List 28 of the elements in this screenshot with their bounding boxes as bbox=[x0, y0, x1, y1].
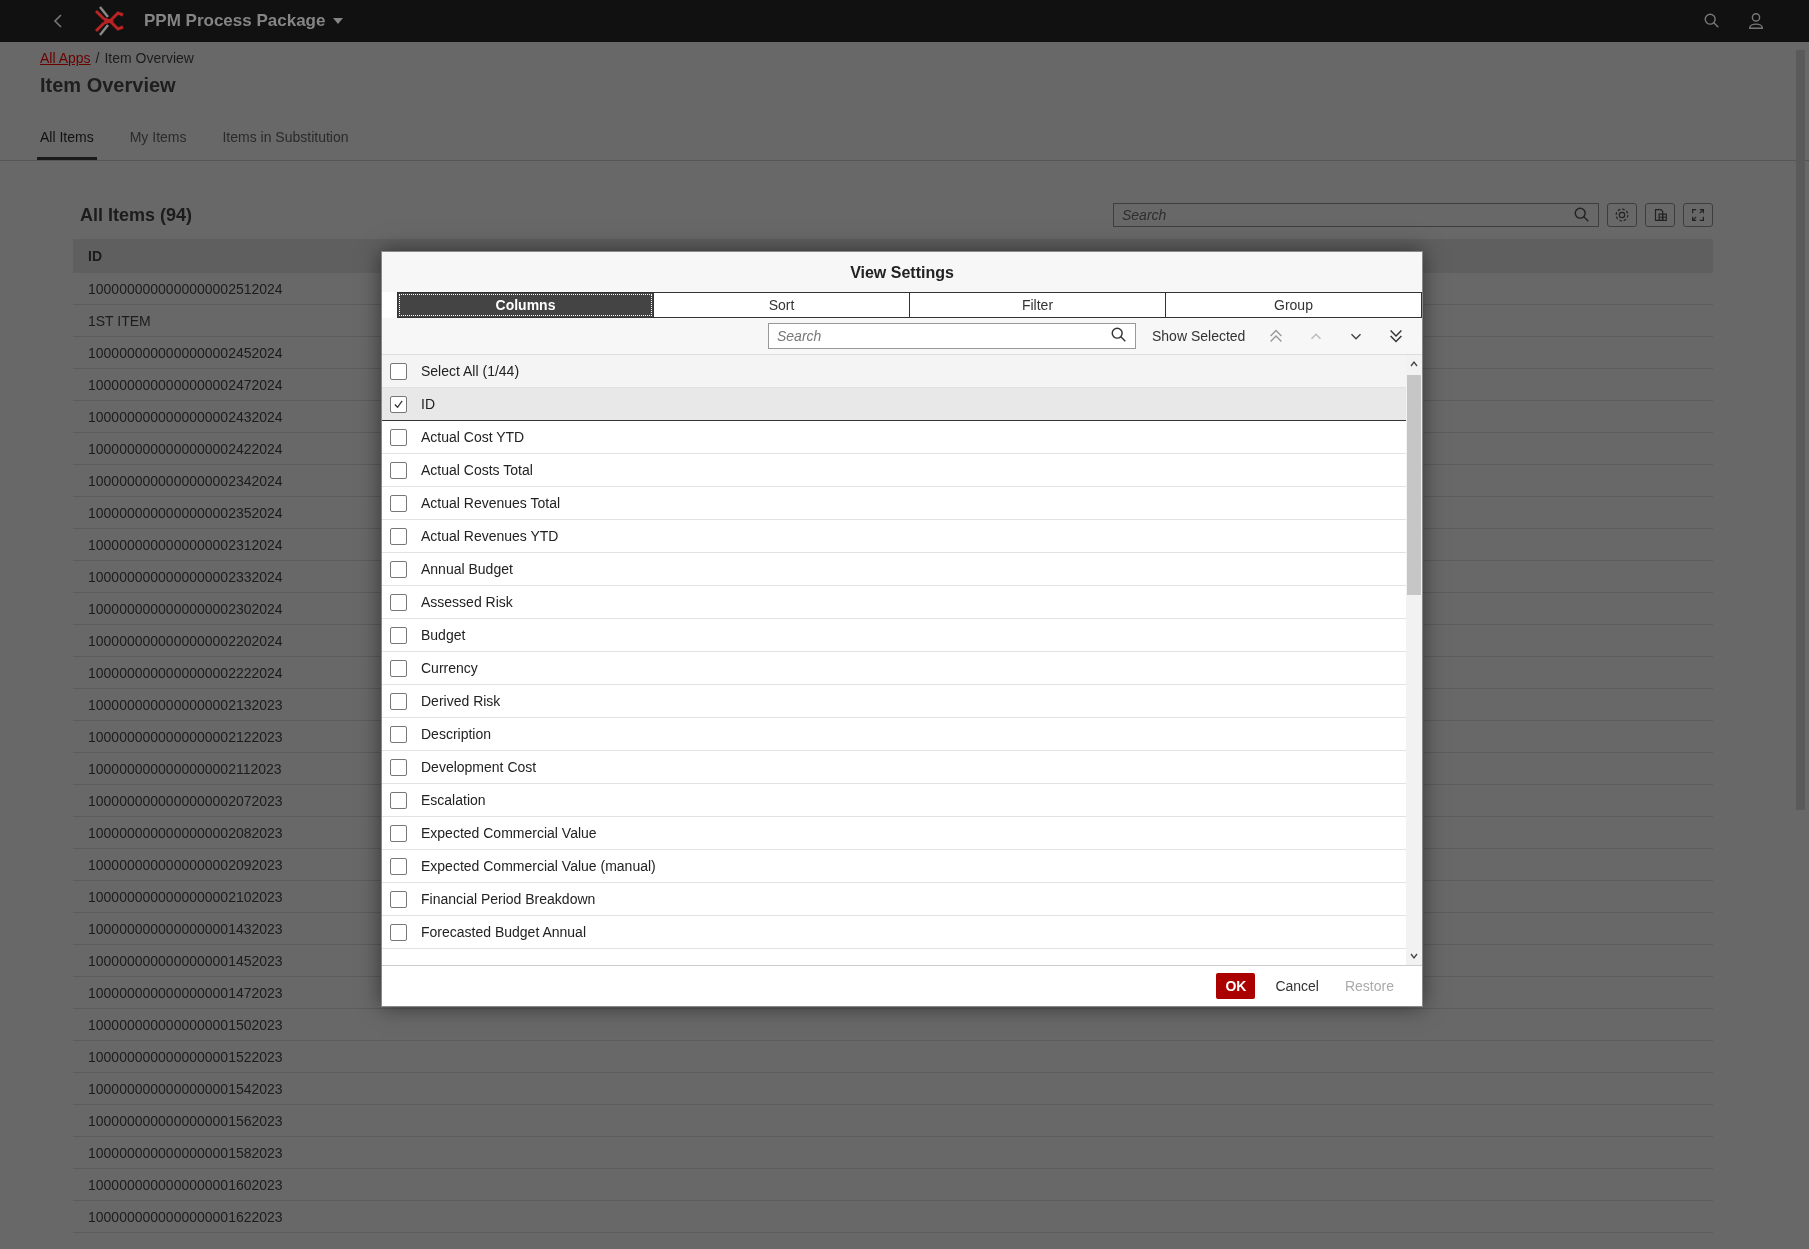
column-option-label: Description bbox=[421, 726, 492, 742]
table-cell: 1000000000000000001502023 bbox=[73, 1009, 1713, 1041]
column-option-label: Financial Period Breakdown bbox=[421, 891, 596, 907]
breadcrumb-separator: / bbox=[95, 50, 100, 66]
table-cell: 1000000000000000001562023 bbox=[73, 1105, 1713, 1137]
table-cell: 1000000000000000001582023 bbox=[73, 1137, 1713, 1169]
column-option-label: Actual Costs Total bbox=[421, 462, 533, 478]
column-option-label: Expected Commercial Value (manual) bbox=[421, 858, 656, 874]
list-title: All Items (94) bbox=[80, 204, 193, 226]
dialog-title: View Settings bbox=[382, 252, 1422, 292]
table-cell: 1000000000000000001522023 bbox=[73, 1041, 1713, 1073]
column-option-label: Escalation bbox=[421, 792, 486, 808]
column-option-label: Assessed Risk bbox=[421, 594, 513, 610]
table-cell: 1000000000000000001622023 bbox=[73, 1201, 1713, 1233]
dialog-button: Restore bbox=[1338, 974, 1400, 998]
table-cell: 1000000000000000001602023 bbox=[73, 1169, 1713, 1201]
column-option-label: Actual Revenues YTD bbox=[421, 528, 559, 544]
breadcrumb-current: Item Overview bbox=[104, 50, 194, 66]
column-option-label: Currency bbox=[421, 660, 478, 676]
column-option-label: Development Cost bbox=[421, 759, 537, 775]
column-option-label: Budget bbox=[421, 627, 466, 643]
column-option-label: Derived Risk bbox=[421, 693, 501, 709]
column-option-label: Actual Revenues Total bbox=[421, 495, 561, 511]
column-option-label: Annual Budget bbox=[421, 561, 513, 577]
column-option-label: Expected Commercial Value bbox=[421, 825, 597, 841]
page-title: Item Overview bbox=[40, 74, 177, 97]
table-cell: 1000000000000000001542023 bbox=[73, 1073, 1713, 1105]
column-option-label: Forecasted Budget Annual bbox=[421, 924, 586, 940]
